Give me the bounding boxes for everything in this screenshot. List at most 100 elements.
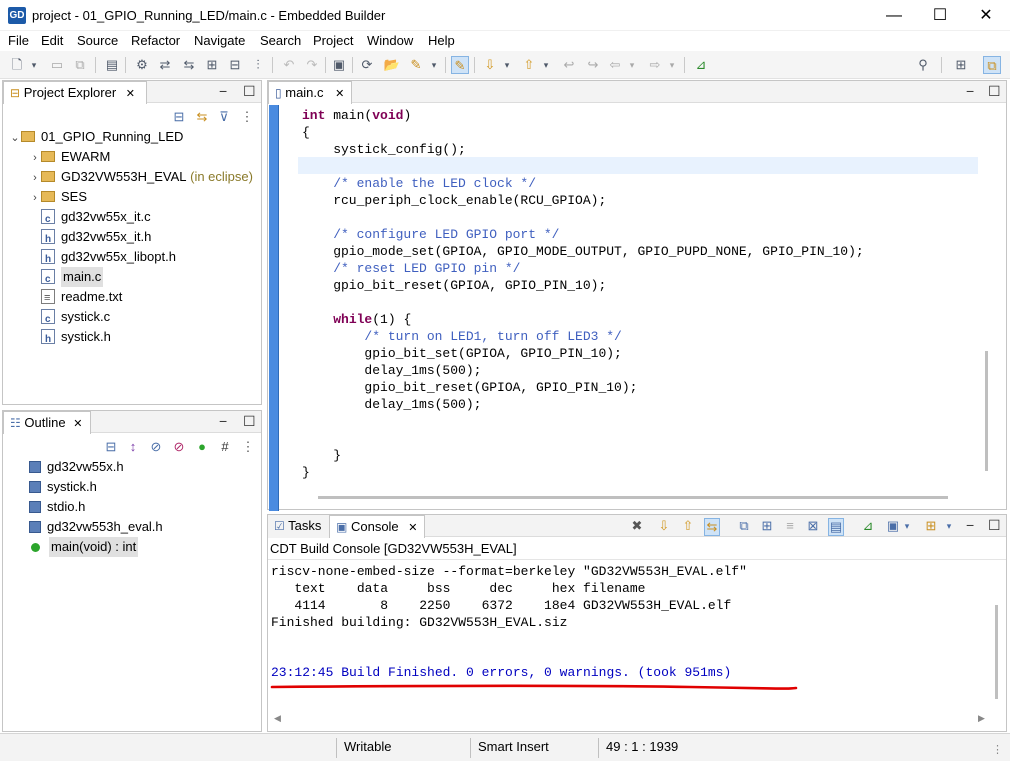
tree-item[interactable]: gd32vw55x_it.h: [29, 227, 151, 250]
collapse-all-icon[interactable]: ⊟: [103, 439, 119, 455]
next-annotation-icon[interactable]: ⇩: [481, 56, 499, 74]
close-icon[interactable]: ✕: [126, 88, 135, 100]
last-edit-icon[interactable]: ↩: [560, 56, 578, 74]
console-vertical-scrollbar[interactable]: [995, 605, 998, 699]
tree-item[interactable]: › SES: [29, 187, 87, 207]
hide-non-public-icon[interactable]: ●: [194, 439, 210, 455]
maximize-view-icon[interactable]: ☐: [243, 413, 256, 429]
menu-project[interactable]: Project: [313, 33, 353, 48]
scroll-lock-icon[interactable]: ⇆: [704, 518, 720, 536]
forward-icon[interactable]: ⇨: [646, 56, 664, 74]
debug-config-icon[interactable]: ⚙: [133, 56, 151, 74]
next-error-icon[interactable]: ⇩: [656, 518, 672, 534]
collapsed-chevron-icon[interactable]: ›: [29, 168, 41, 188]
minimize-view-icon[interactable]: −: [966, 517, 974, 533]
clear-console-icon[interactable]: ✖: [629, 518, 645, 534]
collapsed-chevron-icon[interactable]: ›: [29, 188, 41, 208]
minimize-view-icon[interactable]: −: [219, 83, 227, 99]
word-wrap-icon[interactable]: ≡: [782, 518, 798, 534]
tree-item[interactable]: readme.txt: [29, 287, 122, 308]
tree-item[interactable]: gd32vw55x_it.c: [29, 207, 151, 230]
next-edit-icon[interactable]: ↪: [584, 56, 602, 74]
refresh-icon[interactable]: ⟳: [358, 56, 376, 74]
filter-icon[interactable]: ⊽: [216, 109, 232, 125]
copy-icon[interactable]: ⧉: [736, 518, 752, 534]
tree-item[interactable]: systick.h: [29, 327, 111, 350]
new-console-dropdown-icon[interactable]: ▾: [944, 518, 954, 534]
target-icon[interactable]: ⊞: [203, 56, 221, 74]
scroll-left-icon[interactable]: ◀: [274, 713, 281, 724]
open-folder-icon[interactable]: 📂: [383, 56, 401, 74]
prev-error-icon[interactable]: ⇧: [680, 518, 696, 534]
outline-item[interactable]: systick.h: [29, 477, 97, 497]
close-icon[interactable]: ✕: [335, 88, 344, 100]
collapse-all-icon[interactable]: ⊟: [171, 109, 187, 125]
tree-item[interactable]: systick.c: [29, 307, 110, 330]
expanded-chevron-icon[interactable]: ⌄: [9, 128, 21, 148]
tab-tasks[interactable]: ☑ Tasks: [268, 515, 330, 538]
console-output[interactable]: riscv-none-embed-size --format=berkeley …: [271, 563, 986, 665]
terminal-icon[interactable]: ▣: [330, 56, 348, 74]
back-icon[interactable]: ⇦: [606, 56, 624, 74]
code-area[interactable]: int main(void) { systick_config(); /* ena…: [302, 107, 976, 481]
new-console-icon[interactable]: ⊞: [923, 518, 939, 534]
close-window-button[interactable]: ✕: [963, 0, 1009, 31]
menu-file[interactable]: File: [8, 33, 29, 48]
chip-icon[interactable]: ⊟: [226, 56, 244, 74]
build-icon[interactable]: ▤: [103, 56, 121, 74]
hide-fields-icon[interactable]: ⊘: [148, 439, 164, 455]
close-icon[interactable]: ✕: [73, 418, 82, 430]
maximize-view-icon[interactable]: ☐: [988, 83, 1001, 99]
maximize-view-icon[interactable]: ☐: [988, 517, 1001, 533]
collapsed-chevron-icon[interactable]: ›: [29, 148, 41, 168]
tree-item[interactable]: gd32vw55x_libopt.h: [29, 247, 176, 270]
menu-window[interactable]: Window: [367, 33, 413, 48]
prev-annotation-dropdown-icon[interactable]: ▾: [541, 56, 551, 74]
forward-dropdown-icon[interactable]: ▾: [667, 56, 677, 74]
outline-item[interactable]: gd32vw55x.h: [29, 457, 124, 477]
tab-main-c[interactable]: ▯ main.c ✕: [268, 81, 352, 104]
settings-icon[interactable]: ⫶: [249, 56, 267, 74]
next-annotation-dropdown-icon[interactable]: ▾: [502, 56, 512, 74]
pin-editor-icon[interactable]: ⊿: [692, 56, 710, 74]
tree-item[interactable]: ⌄ 01_GPIO_Running_LED: [9, 127, 183, 147]
minimize-view-icon[interactable]: −: [966, 83, 974, 99]
outline-item[interactable]: main(void) : int: [29, 537, 139, 557]
sort-icon[interactable]: ↕: [125, 439, 141, 455]
menu-navigate[interactable]: Navigate: [194, 33, 245, 48]
erase-icon[interactable]: ⇆: [180, 56, 198, 74]
tree-item[interactable]: › GD32VW553H_EVAL (in eclipse): [29, 167, 253, 187]
hide-static-icon[interactable]: ⊘: [171, 439, 187, 455]
status-menu-icon[interactable]: ⋮: [992, 743, 1003, 756]
perspective-cpp-icon[interactable]: ⧉: [983, 56, 1001, 74]
wand-icon[interactable]: ✎: [407, 56, 425, 74]
download-icon[interactable]: ⇄: [156, 56, 174, 74]
redo-icon[interactable]: ↷: [303, 56, 321, 74]
open-perspective-icon[interactable]: ⊞: [952, 56, 970, 74]
open-console-dropdown-icon[interactable]: ▾: [902, 518, 912, 534]
tree-item[interactable]: main.c: [29, 267, 104, 290]
wand-dropdown-icon[interactable]: ▾: [429, 56, 439, 74]
search-icon[interactable]: ⚲: [914, 56, 932, 74]
minimize-button[interactable]: —: [871, 0, 917, 31]
prev-annotation-icon[interactable]: ⇧: [520, 56, 538, 74]
outline-item[interactable]: stdio.h: [29, 497, 85, 517]
view-menu-icon[interactable]: ⋮: [239, 109, 255, 125]
undo-icon[interactable]: ↶: [280, 56, 298, 74]
new-icon[interactable]: 🗋: [8, 56, 26, 74]
editor-horizontal-scrollbar[interactable]: [318, 496, 948, 499]
hide-macros-icon[interactable]: #: [217, 439, 233, 455]
editor-vertical-scrollbar[interactable]: [985, 351, 988, 471]
open-console-icon[interactable]: ▣: [885, 518, 901, 534]
save-console-icon[interactable]: ⊞: [759, 518, 775, 534]
remove-launch-icon[interactable]: ⊠: [805, 518, 821, 534]
tree-item[interactable]: › EWARM: [29, 147, 110, 167]
back-dropdown-icon[interactable]: ▾: [627, 56, 637, 74]
display-selected-icon[interactable]: ⊿: [860, 518, 876, 534]
scroll-right-icon[interactable]: ▶: [978, 713, 985, 724]
maximize-button[interactable]: ☐: [917, 0, 963, 31]
highlight-icon[interactable]: ✎: [451, 56, 469, 74]
link-editor-icon[interactable]: ⇆: [194, 109, 210, 125]
close-icon[interactable]: ✕: [408, 522, 417, 534]
menu-source[interactable]: Source: [77, 33, 118, 48]
